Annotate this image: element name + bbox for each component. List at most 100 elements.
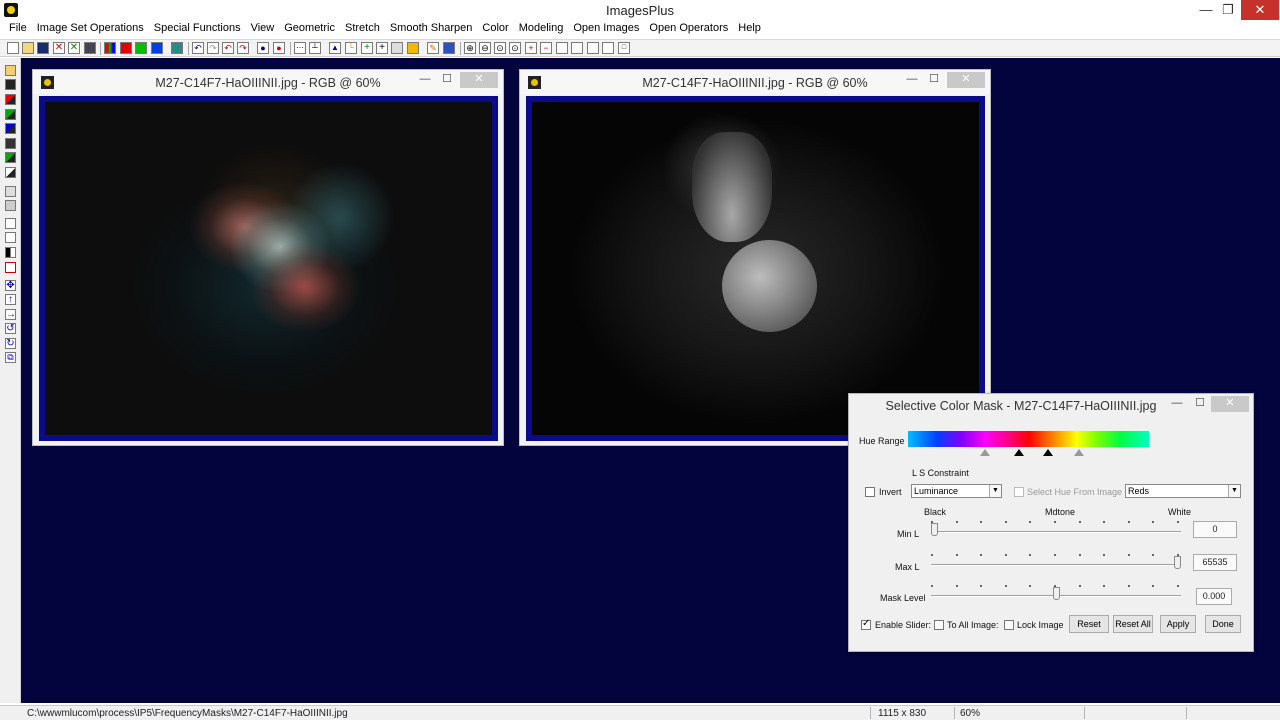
print-icon[interactable] xyxy=(84,42,96,54)
layers-icon[interactable] xyxy=(443,42,455,54)
mask-canvas[interactable] xyxy=(532,102,979,435)
min-l-slider[interactable] xyxy=(931,518,1181,538)
menu-modeling[interactable]: Modeling xyxy=(514,21,569,38)
redo-icon[interactable]: ↷ xyxy=(207,42,219,54)
image-window-title-bar[interactable]: M27-C14F7-HaOIIINII.jpg - RGB @ 60% — ☐ … xyxy=(33,70,503,94)
menu-smooth-sharpen[interactable]: Smooth Sharpen xyxy=(385,21,478,38)
zoom-fit-icon[interactable]: ⊙ xyxy=(494,42,506,54)
ls-constraint-select[interactable]: Luminance ▼ xyxy=(911,484,1002,498)
cursor-cross-icon[interactable]: + xyxy=(376,42,388,54)
max-l-value-field[interactable]: 65535 xyxy=(1193,554,1237,571)
close-all-icon[interactable]: ✕ xyxy=(68,42,80,54)
hue-inner-right-marker[interactable] xyxy=(1043,449,1053,456)
lock-image-checkbox[interactable] xyxy=(1004,620,1014,630)
new-file-icon[interactable] xyxy=(7,42,19,54)
dialog-close-button[interactable]: ✕ xyxy=(1211,396,1249,412)
done-button[interactable]: Done xyxy=(1205,615,1241,633)
tool-red-icon[interactable] xyxy=(5,94,16,105)
hue-range-bar[interactable] xyxy=(908,431,1149,447)
zoom-increase-icon[interactable]: + xyxy=(525,42,537,54)
menu-geometric[interactable]: Geometric xyxy=(279,21,340,38)
window-minimize-all-icon[interactable] xyxy=(602,42,614,54)
tool-flip-icon[interactable]: ⧉ xyxy=(5,352,16,363)
image-window-maximize-button[interactable]: ☐ xyxy=(435,72,459,88)
mask-window-title-bar[interactable]: M27-C14F7-HaOIIINII.jpg - RGB @ 60% — ☐ … xyxy=(520,70,990,94)
menu-view[interactable]: View xyxy=(246,21,280,38)
menu-open-images[interactable]: Open Images xyxy=(568,21,644,38)
zoom-decrease-icon[interactable]: − xyxy=(540,42,552,54)
tool-brush-icon[interactable] xyxy=(5,200,16,211)
menu-help[interactable]: Help xyxy=(733,21,766,38)
open-folder-icon[interactable] xyxy=(22,42,34,54)
image-canvas[interactable] xyxy=(45,102,492,435)
tool-contrast-icon[interactable] xyxy=(5,247,16,258)
red-channel-icon[interactable] xyxy=(120,42,132,54)
maximize-window-button[interactable]: ❐ xyxy=(1214,0,1242,20)
image-window-color[interactable]: M27-C14F7-HaOIIINII.jpg - RGB @ 60% — ☐ … xyxy=(32,69,504,446)
min-l-value-field[interactable]: 0 xyxy=(1193,521,1237,538)
star-profile-icon[interactable]: ┴ xyxy=(309,42,321,54)
menu-image-set-operations[interactable]: Image Set Operations xyxy=(32,21,149,38)
close-window-button[interactable]: ✕ xyxy=(1241,0,1279,20)
dialog-title-bar[interactable]: Selective Color Mask - M27-C14F7-HaOIIIN… xyxy=(849,394,1253,418)
mask-level-value-field[interactable]: 0.000 xyxy=(1196,588,1232,605)
menu-stretch[interactable]: Stretch xyxy=(340,21,385,38)
tool-channel-icon[interactable] xyxy=(5,152,16,163)
line-profile-icon[interactable]: ⋯ xyxy=(294,42,306,54)
tool-green-icon[interactable] xyxy=(5,109,16,120)
tool-invert-icon[interactable] xyxy=(5,167,16,178)
crosshair-icon[interactable]: + xyxy=(361,42,373,54)
window-cascade-icon[interactable] xyxy=(571,42,583,54)
menu-open-operators[interactable]: Open Operators xyxy=(644,21,733,38)
tool-blue-icon[interactable] xyxy=(5,123,16,134)
select-hue-from-image-checkbox[interactable] xyxy=(1014,487,1024,497)
min-l-slider-thumb[interactable] xyxy=(931,523,938,536)
green-channel-icon[interactable] xyxy=(135,42,147,54)
mask-window-maximize-button[interactable]: ☐ xyxy=(922,72,946,88)
tool-mask-icon[interactable] xyxy=(5,262,16,273)
blue-channel-icon[interactable] xyxy=(151,42,163,54)
window-close-all-icon[interactable]: □ xyxy=(618,42,630,54)
save-icon[interactable] xyxy=(37,42,49,54)
reset-all-button[interactable]: Reset All xyxy=(1113,615,1153,633)
tool-gray-icon[interactable] xyxy=(5,138,16,149)
image-window-mask[interactable]: M27-C14F7-HaOIIINII.jpg - RGB @ 60% — ☐ … xyxy=(519,69,991,446)
hue-outer-left-marker[interactable] xyxy=(980,449,990,456)
menu-color[interactable]: Color xyxy=(477,21,513,38)
window-arrange-icon[interactable] xyxy=(587,42,599,54)
enable-sliders-checkbox[interactable] xyxy=(861,618,871,630)
dialog-minimize-button[interactable]: — xyxy=(1165,396,1189,412)
to-all-images-checkbox[interactable] xyxy=(934,620,944,630)
menu-special-functions[interactable]: Special Functions xyxy=(149,21,246,38)
grid-icon[interactable] xyxy=(391,42,403,54)
mask-window-minimize-button[interactable]: — xyxy=(900,72,924,88)
tool-black-icon[interactable] xyxy=(5,79,16,90)
hue-outer-right-marker[interactable] xyxy=(1074,449,1084,456)
menu-file[interactable]: File xyxy=(4,21,32,38)
undo-icon[interactable]: ↶ xyxy=(192,42,204,54)
curve-icon[interactable]: └ xyxy=(345,42,357,54)
tool-up-arrow-icon[interactable]: ↑ xyxy=(5,294,16,305)
max-l-slider-thumb[interactable] xyxy=(1174,556,1181,569)
max-l-slider[interactable] xyxy=(931,551,1181,571)
tool-rotate-right-icon[interactable]: ↻ xyxy=(5,338,16,349)
camera-icon[interactable] xyxy=(407,42,419,54)
zoom-out-icon[interactable]: ⊖ xyxy=(479,42,491,54)
histogram-icon[interactable]: ▲ xyxy=(329,42,341,54)
close-image-icon[interactable]: ✕ xyxy=(53,42,65,54)
reset-button[interactable]: Reset xyxy=(1069,615,1109,633)
zoom-actual-icon[interactable]: ⊙ xyxy=(509,42,521,54)
window-tile-icon[interactable] xyxy=(556,42,568,54)
restore-snapshot-icon[interactable]: ● xyxy=(273,42,285,54)
luminance-icon[interactable] xyxy=(171,42,183,54)
image-window-close-button[interactable]: ✕ xyxy=(460,72,498,88)
apply-button[interactable]: Apply xyxy=(1160,615,1196,633)
tool-rotate-left-icon[interactable]: ↺ xyxy=(5,323,16,334)
pencil-icon[interactable]: ✎ xyxy=(427,42,439,54)
hue-preset-select[interactable]: Reds ▼ xyxy=(1125,484,1241,498)
tool-lasso-icon[interactable] xyxy=(5,186,16,197)
redo-all-icon[interactable]: ↷ xyxy=(237,42,249,54)
zoom-in-icon[interactable]: ⊕ xyxy=(464,42,476,54)
tool-select-icon[interactable] xyxy=(5,218,16,229)
tool-save-icon[interactable] xyxy=(5,65,16,76)
